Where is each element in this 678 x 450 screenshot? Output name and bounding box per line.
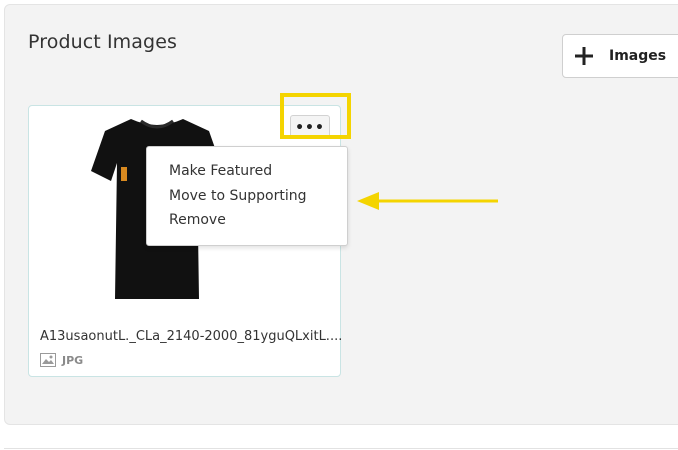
- annotation-arrow-icon: [357, 192, 498, 210]
- divider: [4, 448, 678, 449]
- file-type: JPG: [40, 352, 83, 368]
- menu-item-make-featured[interactable]: Make Featured: [169, 163, 272, 179]
- menu-item-move-to-supporting[interactable]: Move to Supporting: [169, 188, 307, 204]
- menu-item-remove[interactable]: Remove: [169, 212, 226, 228]
- section-title: Product Images: [28, 31, 177, 53]
- add-images-button[interactable]: Images: [562, 34, 678, 78]
- add-images-label: Images: [609, 48, 667, 64]
- image-icon: [40, 353, 56, 367]
- image-filename: A13usaonutL._CLa_2140-2000_81yguQLxitL..…: [40, 329, 343, 344]
- file-type-label: JPG: [62, 353, 84, 367]
- annotation-highlight-box: [280, 93, 351, 139]
- plus-icon: [575, 47, 593, 65]
- image-context-menu: Make Featured Move to Supporting Remove: [146, 146, 348, 246]
